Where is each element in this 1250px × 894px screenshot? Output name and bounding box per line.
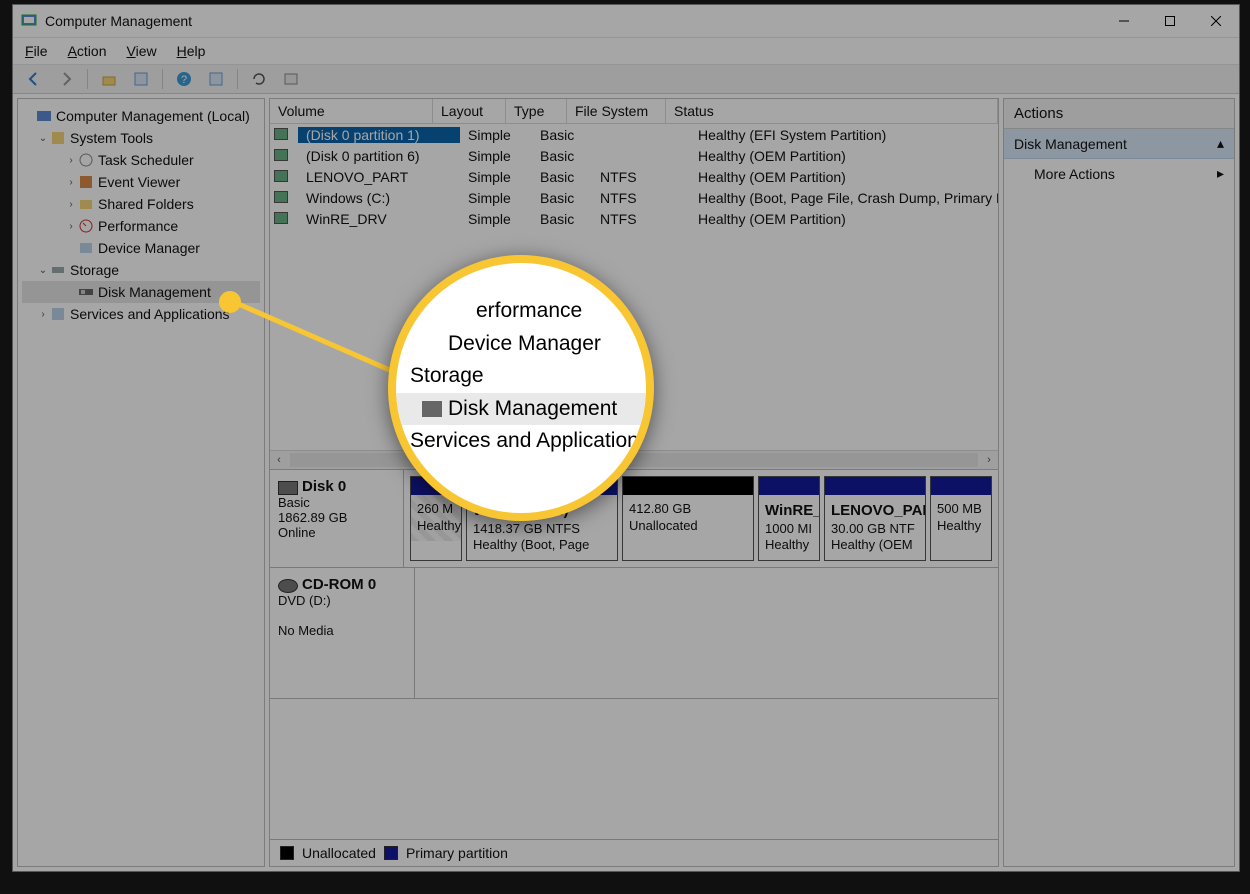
zoom-callout: erformance Device Manager Storage Disk M… <box>388 255 654 521</box>
callout-origin-dot <box>219 291 241 313</box>
zoom-services: Services and Applications <box>396 425 646 458</box>
zoom-disk-management: Disk Management <box>396 393 646 426</box>
zoom-performance: erformance <box>396 295 646 328</box>
zoom-device-manager: Device Manager <box>396 328 646 361</box>
zoom-storage: Storage <box>396 360 646 393</box>
